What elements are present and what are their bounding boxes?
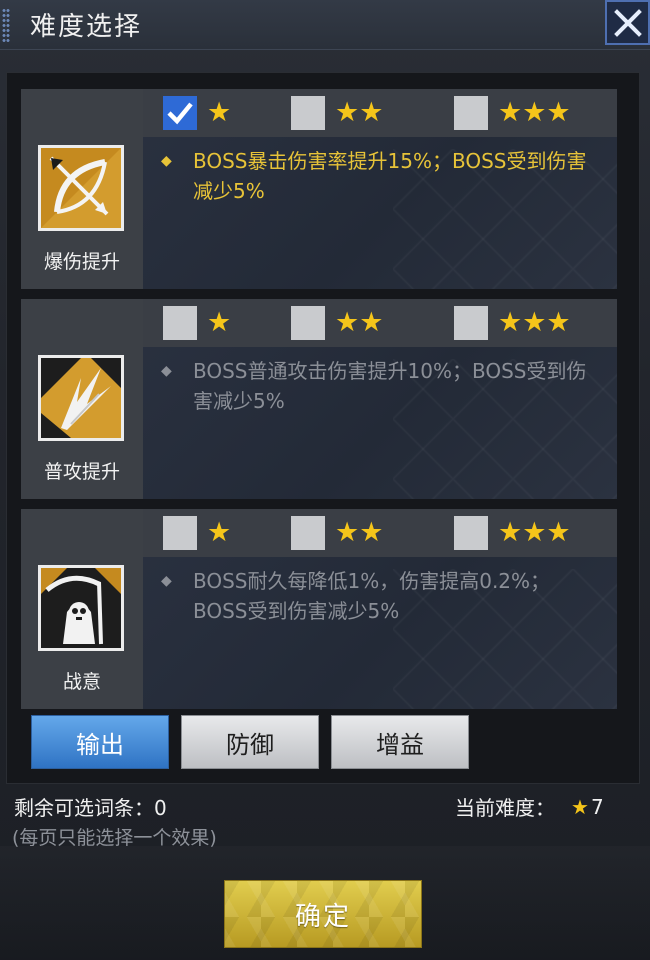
modifier-label: 爆伤提升 xyxy=(43,251,120,273)
modifier-icon-column: 战意 xyxy=(21,509,143,709)
checkmark-icon xyxy=(167,102,193,125)
close-button[interactable] xyxy=(605,0,650,45)
checkbox[interactable] xyxy=(291,516,325,550)
confirm-button[interactable]: 确定 xyxy=(224,880,422,948)
star-icon: ★ xyxy=(207,517,232,548)
checkbox[interactable] xyxy=(163,306,197,340)
modifier-content: ★ ★★ ★★★ ◆ BOSS普通攻击伤害提升10%；BOSS受到伤害减少5% xyxy=(143,299,617,499)
star-icon: ★ xyxy=(207,97,232,128)
tab-output[interactable]: 输出 xyxy=(31,715,169,769)
modifier-label: 普攻提升 xyxy=(43,461,120,483)
checkbox-checked[interactable] xyxy=(163,96,197,130)
star-icon: ★★ xyxy=(335,97,384,128)
modifier-card-fighting-spirit: 战意 ★ ★★ ★★★ ◆ BOSS耐久每降低1%，伤害提高0.2%；BOSS受… xyxy=(21,509,617,709)
modifier-description: ◆ BOSS耐久每降低1%，伤害提高0.2%；BOSS受到伤害减少5% xyxy=(161,566,601,626)
option-2-star[interactable]: ★★ xyxy=(291,306,383,340)
page-title: 难度选择 xyxy=(30,12,143,42)
option-3-star[interactable]: ★★★ xyxy=(454,96,571,130)
bullet-diamond-icon: ◆ xyxy=(161,363,172,379)
checkbox[interactable] xyxy=(454,306,488,340)
checkbox[interactable] xyxy=(454,516,488,550)
star-options-row: ★ ★★ ★★★ xyxy=(143,89,617,137)
star-icon: ★★ xyxy=(335,517,384,548)
option-1-star[interactable]: ★ xyxy=(163,516,231,550)
option-2-star[interactable]: ★★ xyxy=(291,96,383,130)
reaper-skull-icon xyxy=(38,565,124,651)
bullet-diamond-icon: ◆ xyxy=(161,573,172,589)
claw-slash-icon xyxy=(38,355,124,441)
modifier-card-normal-attack: 普攻提升 ★ ★★ ★★★ ◆ BOSS普通攻击伤害提升10%；BOSS受到伤害… xyxy=(21,299,617,499)
modifier-description: ◆ BOSS暴击伤害率提升15%；BOSS受到伤害减少5% xyxy=(161,146,601,206)
current-difficulty: 当前难度： ★ 7 xyxy=(455,794,604,821)
difficulty-value: 7 xyxy=(590,794,604,819)
star-options-row: ★ ★★ ★★★ xyxy=(143,299,617,347)
star-options-row: ★ ★★ ★★★ xyxy=(143,509,617,557)
remaining-entries: 剩余可选词条：0 xyxy=(14,796,167,820)
tab-buff[interactable]: 增益 xyxy=(331,715,469,769)
star-icon: ★★★ xyxy=(498,97,571,128)
modifier-card-crit-damage: 爆伤提升 ★ ★★ ★★★ ◆ BOSS暴击伤害率提升15%；BOSS受到伤害减… xyxy=(21,89,617,289)
modifier-content: ★ ★★ ★★★ ◆ BOSS耐久每降低1%，伤害提高0.2%；BOSS受到伤害… xyxy=(143,509,617,709)
option-1-star[interactable]: ★ xyxy=(163,96,231,130)
star-icon: ★ xyxy=(207,307,232,338)
option-1-star[interactable]: ★ xyxy=(163,306,231,340)
close-icon xyxy=(614,9,642,37)
option-3-star[interactable]: ★★★ xyxy=(454,306,571,340)
checkbox[interactable] xyxy=(454,96,488,130)
modifier-icon-column: 爆伤提升 xyxy=(21,89,143,289)
checkbox[interactable] xyxy=(291,306,325,340)
bow-arrow-icon xyxy=(38,145,124,231)
option-3-star[interactable]: ★★★ xyxy=(454,516,571,550)
star-icon: ★★ xyxy=(335,307,384,338)
checkbox[interactable] xyxy=(291,96,325,130)
star-icon: ★★★ xyxy=(498,517,571,548)
modifier-description: ◆ BOSS普通攻击伤害提升10%；BOSS受到伤害减少5% xyxy=(161,356,601,416)
drag-grip-icon xyxy=(2,8,10,42)
tab-defense[interactable]: 防御 xyxy=(181,715,319,769)
option-2-star[interactable]: ★★ xyxy=(291,516,383,550)
difficulty-panel: 爆伤提升 ★ ★★ ★★★ ◆ BOSS暴击伤害率提升15%；BOSS受到伤害减… xyxy=(6,72,640,784)
checkbox[interactable] xyxy=(163,516,197,550)
modifier-icon-column: 普攻提升 xyxy=(21,299,143,499)
star-icon: ★★★ xyxy=(498,307,571,338)
title-bar: 难度选择 xyxy=(0,0,650,50)
bullet-diamond-icon: ◆ xyxy=(161,153,172,169)
modifier-label: 战意 xyxy=(62,671,101,693)
modifier-content: ★ ★★ ★★★ ◆ BOSS暴击伤害率提升15%；BOSS受到伤害减少5% xyxy=(143,89,617,289)
star-icon: ★ xyxy=(571,794,589,819)
